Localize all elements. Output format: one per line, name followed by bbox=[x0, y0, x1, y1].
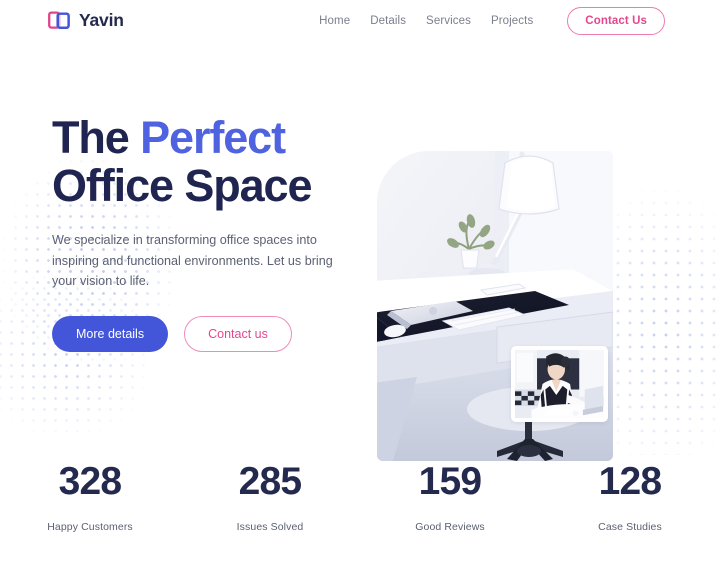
nav-item-projects[interactable]: Projects bbox=[491, 15, 533, 27]
stat-item-issues-solved: 285 Issues Solved bbox=[180, 462, 360, 533]
hero-copy: The Perfect Office Space We specialize i… bbox=[52, 112, 372, 353]
stat-label: Issues Solved bbox=[236, 521, 304, 533]
stat-item-good-reviews: 159 Good Reviews bbox=[360, 462, 540, 533]
stat-label: Happy Customers bbox=[47, 521, 133, 533]
stat-value: 128 bbox=[598, 460, 662, 503]
more-details-button[interactable]: More details bbox=[52, 316, 169, 353]
hero-title-line2: Office Space bbox=[52, 160, 313, 212]
stat-value: 285 bbox=[238, 460, 302, 503]
main-navigation: Home Details Services Projects Contact U… bbox=[319, 6, 665, 35]
hero-description: We specialize in transforming office spa… bbox=[52, 233, 333, 289]
hero-title-accent: Perfect bbox=[140, 112, 286, 163]
stat-label: Good Reviews bbox=[415, 521, 485, 533]
nav-item-services[interactable]: Services bbox=[426, 15, 471, 27]
stats-section: 328 Happy Customers 285 Issues Solved 15… bbox=[0, 462, 720, 533]
site-header: Yavin Home Details Services Projects Con… bbox=[0, 0, 720, 41]
stat-value: 159 bbox=[418, 460, 482, 503]
background-dot-pattern-right bbox=[612, 125, 720, 455]
nav-item-home[interactable]: Home bbox=[319, 15, 350, 27]
open-book-icon bbox=[48, 10, 70, 31]
stat-item-case-studies: 128 Case Studies bbox=[540, 462, 720, 533]
brand-name: Yavin bbox=[79, 10, 124, 30]
page-title: The Perfect Office Space bbox=[52, 112, 372, 212]
hero-inset-photo bbox=[511, 346, 608, 422]
brand-logo[interactable]: Yavin bbox=[48, 10, 124, 31]
contact-us-button[interactable]: Contact us bbox=[184, 316, 292, 353]
stat-item-happy-customers: 328 Happy Customers bbox=[0, 462, 180, 533]
nav-item-details[interactable]: Details bbox=[370, 15, 406, 27]
header-contact-us-button[interactable]: Contact Us bbox=[567, 6, 665, 35]
hero-button-group: More details Contact us bbox=[52, 316, 372, 353]
hero-title-line1-prefix: The bbox=[52, 112, 141, 163]
stat-label: Case Studies bbox=[598, 521, 662, 533]
stat-value: 328 bbox=[58, 460, 122, 503]
